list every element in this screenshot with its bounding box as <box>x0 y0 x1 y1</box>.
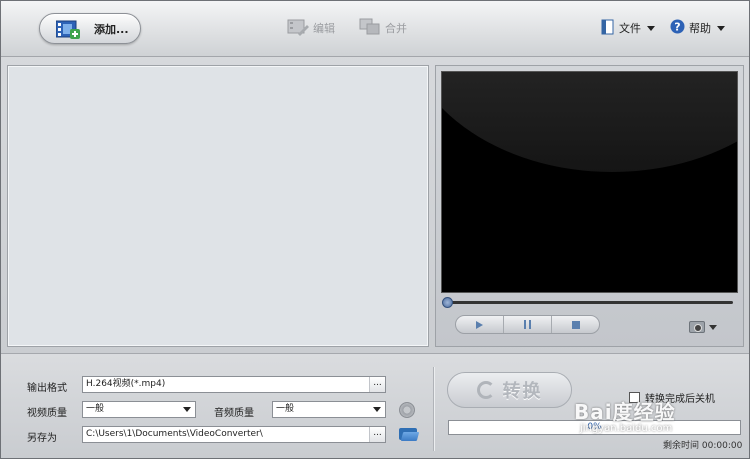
chevron-down-icon <box>183 407 191 412</box>
edit-label: 编辑 <box>313 22 335 35</box>
checkbox-box[interactable] <box>629 392 640 403</box>
chevron-down-icon <box>717 25 725 31</box>
video-quality-label: 视频质量 <box>27 408 67 419</box>
remaining-time: 剩余时间 00:00:00 <box>663 438 742 451</box>
file-icon <box>601 19 615 38</box>
file-menu[interactable]: 文件 <box>601 17 655 39</box>
merge-label: 合并 <box>385 22 407 35</box>
audio-quality-label: 音频质量 <box>214 408 254 419</box>
top-toolbar: 添加... 编辑 合并 文件 ? 帮助 <box>1 1 749 57</box>
audio-quality-value: 一般 <box>276 404 295 414</box>
save-as-label: 另存为 <box>27 433 57 444</box>
save-as-field[interactable]: C:\Users\1\Documents\VideoConverter\ ... <box>82 426 386 443</box>
save-as-browse-button[interactable]: ... <box>369 427 385 442</box>
play-button[interactable] <box>456 316 504 333</box>
save-as-value: C:\Users\1\Documents\VideoConverter\ <box>86 429 263 439</box>
stop-button[interactable] <box>552 316 599 333</box>
stop-icon <box>571 320 580 329</box>
pause-icon <box>524 320 531 329</box>
video-preview-screen <box>441 71 738 293</box>
folder-open-icon[interactable] <box>399 427 420 441</box>
progress-text: 0% <box>587 422 602 432</box>
convert-button-label: 转换 <box>502 381 543 402</box>
video-quality-select[interactable]: 一般 <box>82 401 196 418</box>
file-list-panel[interactable] <box>7 65 429 347</box>
edit-button[interactable]: 编辑 <box>287 17 335 39</box>
audio-quality-select[interactable]: 一般 <box>272 401 386 418</box>
remaining-value: 00:00:00 <box>701 441 743 451</box>
file-menu-label: 文件 <box>619 22 641 35</box>
folder-front <box>400 432 420 441</box>
preview-panel <box>435 65 744 347</box>
add-film-icon <box>55 19 80 39</box>
pause-button[interactable] <box>504 316 552 333</box>
seek-bar[interactable] <box>442 297 733 308</box>
merge-button[interactable]: 合并 <box>359 17 407 39</box>
merge-icon <box>359 18 381 39</box>
video-converter-window: 添加... 编辑 合并 文件 ? 帮助 输出格式 H.264视频(*.mp4) … <box>0 0 750 459</box>
help-menu-label: 帮助 <box>689 22 711 35</box>
chevron-down-icon <box>647 25 655 31</box>
divider <box>433 367 434 451</box>
help-menu[interactable]: ? 帮助 <box>670 17 725 39</box>
shutdown-label: 转换完成后关机 <box>645 394 715 405</box>
seek-handle[interactable] <box>442 297 453 308</box>
svg-text:?: ? <box>674 21 680 34</box>
add-files-label: 添加... <box>94 22 129 36</box>
output-format-field[interactable]: H.264视频(*.mp4) ... <box>82 376 386 393</box>
snapshot-button[interactable] <box>689 321 717 333</box>
screen-gloss <box>442 72 737 172</box>
camera-icon <box>689 321 705 333</box>
edit-icon <box>287 18 309 39</box>
gear-icon[interactable] <box>399 402 415 418</box>
play-icon <box>476 320 483 329</box>
help-icon: ? <box>670 19 685 37</box>
video-quality-value: 一般 <box>86 404 105 414</box>
shutdown-checkbox[interactable]: 转换完成后关机 <box>629 390 715 405</box>
chevron-down-icon <box>709 324 717 330</box>
chevron-down-icon <box>373 407 381 412</box>
convert-button[interactable]: 转换 <box>447 372 572 408</box>
playback-controls <box>455 315 600 334</box>
format-browse-button[interactable]: ... <box>369 377 385 392</box>
refresh-icon <box>476 381 495 399</box>
add-files-button[interactable]: 添加... <box>39 13 141 44</box>
output-format-value: H.264视频(*.mp4) <box>86 379 166 389</box>
output-format-label: 输出格式 <box>27 383 67 394</box>
progress-bar: 0% <box>448 420 741 435</box>
remaining-label: 剩余时间 <box>663 441 700 451</box>
